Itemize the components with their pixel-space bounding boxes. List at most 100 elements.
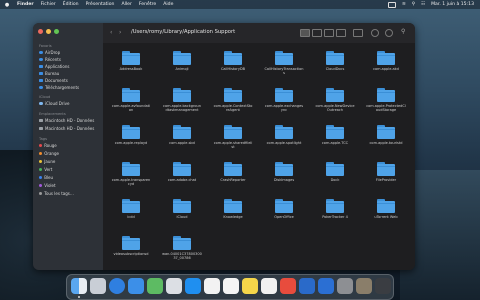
menu-file[interactable]: Fichier <box>41 2 56 7</box>
minimize-button[interactable] <box>46 29 51 34</box>
zoom-button[interactable] <box>54 29 59 34</box>
folder-item[interactable]: FileProvider <box>366 162 406 202</box>
sidebar-item-applications[interactable]: Applications <box>39 64 69 69</box>
folder-item[interactable]: com.adobe.chat <box>162 162 202 202</box>
menu-help[interactable]: Aide <box>163 2 173 7</box>
folder-item[interactable]: icdd <box>111 199 151 239</box>
sidebar-item-documents[interactable]: Documents <box>39 78 68 83</box>
folder-item[interactable]: Knowledge <box>213 199 253 239</box>
folder-icon <box>275 199 293 213</box>
finder-dock-icon[interactable] <box>71 278 87 294</box>
search-icon[interactable]: ⚲ <box>412 2 415 7</box>
menu-view[interactable]: Présentation <box>86 2 115 7</box>
folder-item[interactable]: AddressBook <box>111 51 151 91</box>
folder-icon <box>122 236 140 250</box>
mail-dock-icon[interactable] <box>128 278 144 294</box>
folder-item[interactable]: CallHistoryDB <box>213 51 253 91</box>
folder-item[interactable]: Dock <box>315 162 355 202</box>
search-icon[interactable]: ⚲ <box>401 28 405 35</box>
desktop-icon <box>39 71 43 76</box>
sidebar-tag-orange[interactable]: Orange <box>39 151 59 156</box>
gallery-view-button[interactable] <box>336 29 346 37</box>
preview-dock-icon[interactable] <box>166 278 182 294</box>
folder-item[interactable]: com.apple.backgroundtaskmanagement <box>162 88 202 128</box>
folder-item[interactable]: wan.04001C3780030037_00786 <box>162 236 202 270</box>
folder-icon <box>173 88 191 102</box>
sidebar-tag-all[interactable]: Tous les tags… <box>39 191 74 196</box>
tag-button[interactable] <box>371 29 379 37</box>
sidebar-item-recents[interactable]: Récents <box>39 57 61 62</box>
column-view-button[interactable] <box>324 29 334 37</box>
sidebar-item-label: AirDrop <box>45 50 61 55</box>
sidebar-tag-red[interactable]: Rouge <box>39 143 57 148</box>
folder-item[interactable]: Animoji <box>162 51 202 91</box>
sidebar-item-downloads[interactable]: Téléchargements <box>39 85 79 90</box>
folder-item[interactable]: OpenOffice <box>264 199 304 239</box>
photos-dock-icon[interactable] <box>204 278 220 294</box>
folder-item[interactable]: com.apple.sharedfilelist <box>213 125 253 165</box>
icon-view-button[interactable] <box>300 29 310 37</box>
folder-item[interactable]: videosubscriptionsd <box>111 236 151 270</box>
close-button[interactable] <box>38 29 43 34</box>
reminders-dock-icon[interactable] <box>261 278 277 294</box>
app-store-dock-icon[interactable] <box>185 278 201 294</box>
folder-item[interactable]: com.apple.ProtectedCloudStorage <box>366 88 406 128</box>
wifi-icon[interactable]: ≋ <box>402 2 406 7</box>
folder-item[interactable]: com.apple.akd <box>366 51 406 91</box>
control-center-icon[interactable]: ☷ <box>421 2 425 7</box>
sidebar-item-airdrop[interactable]: AirDrop <box>39 50 60 55</box>
folder-item[interactable]: CallHistoryTransactions <box>264 51 304 91</box>
sidebar-tag-purple[interactable]: Violet <box>39 183 56 188</box>
action-button[interactable] <box>385 29 393 37</box>
office-dock-icon[interactable] <box>299 278 315 294</box>
sidebar-tag-green[interactable]: Vert <box>39 167 52 172</box>
sidebar-item-disk-2[interactable]: Macintosh HD - Données <box>39 126 94 131</box>
folder-item[interactable]: com.apple.ContextStoreAgent <box>213 88 253 128</box>
forward-button[interactable]: › <box>119 29 121 36</box>
folder-icon <box>275 162 293 176</box>
folder-label: com.apple.sharedfilelist <box>213 141 253 150</box>
folder-item[interactable]: iCloud <box>162 199 202 239</box>
folder-item[interactable]: com.apple.sbd <box>162 125 202 165</box>
app-dock-icon[interactable] <box>356 278 372 294</box>
folder-item[interactable]: com.apple.TCC <box>315 125 355 165</box>
safari-dock-icon[interactable] <box>109 278 125 294</box>
folder-item[interactable]: DiskImages <box>264 162 304 202</box>
folder-item[interactable]: com.apple.touristd <box>366 125 406 165</box>
sidebar-tag-blue[interactable]: Bleu <box>39 175 53 180</box>
group-button[interactable] <box>353 29 363 37</box>
sidebar-item-desktop[interactable]: Bureau <box>39 71 59 76</box>
folder-item[interactable]: uTorrent Web <box>366 199 406 239</box>
sidebar-tag-yellow[interactable]: Jaune <box>39 159 55 164</box>
folder-item[interactable]: com.apple.transparencyd <box>111 162 151 202</box>
trash-dock-icon[interactable] <box>375 278 391 294</box>
apple-menu-icon[interactable]: ● <box>4 2 10 8</box>
notes-dock-icon[interactable] <box>242 278 258 294</box>
folder-item[interactable]: com.apple.exchangesync <box>264 88 304 128</box>
maps-dock-icon[interactable] <box>147 278 163 294</box>
list-view-button[interactable] <box>312 29 322 37</box>
favorites-heading: Favoris <box>39 44 52 48</box>
app-dock-icon[interactable] <box>318 278 334 294</box>
folder-item[interactable]: com.apple.spotlight <box>264 125 304 165</box>
folder-label: CallHistoryDB <box>220 67 246 71</box>
sidebar-item-icloud-drive[interactable]: iCloud Drive <box>39 101 69 106</box>
folder-item[interactable]: CrashReporter <box>213 162 253 202</box>
system-preferences-dock-icon[interactable] <box>337 278 353 294</box>
menu-edit[interactable]: Édition <box>63 2 79 7</box>
folder-item[interactable]: com.apple.avfoundation <box>111 88 151 128</box>
folder-item[interactable]: CloudDocs <box>315 51 355 91</box>
sidebar-item-disk-1[interactable]: Macintosh HD - Données <box>39 118 94 123</box>
launchpad-dock-icon[interactable] <box>90 278 106 294</box>
folder-item[interactable]: com.apple.replayd <box>111 125 151 165</box>
menu-window[interactable]: Fenêtre <box>139 2 156 7</box>
menu-go[interactable]: Aller <box>121 2 131 7</box>
music-dock-icon[interactable] <box>280 278 296 294</box>
folder-item[interactable]: com.apple.NewDeviceOutreach <box>315 88 355 128</box>
menu-finder[interactable]: Finder <box>17 2 34 7</box>
folder-item[interactable]: PokerTracker 4 <box>315 199 355 239</box>
calendar-dock-icon[interactable] <box>223 278 239 294</box>
back-button[interactable]: ‹ <box>110 29 112 36</box>
menubar-clock[interactable]: Mar. 1 juin à 15:13 <box>431 2 474 7</box>
battery-icon[interactable] <box>387 1 396 8</box>
